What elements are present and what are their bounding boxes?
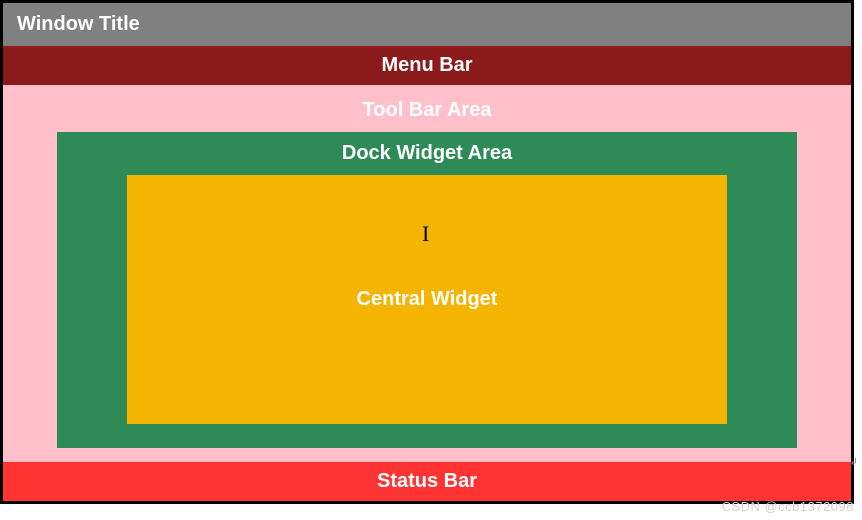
title-bar[interactable]: Window Title (3, 3, 851, 46)
main-window: Window Title Menu Bar Tool Bar Area Dock… (0, 0, 854, 504)
dock-widget-area: Dock Widget Area I Central Widget (57, 132, 797, 448)
text-cursor-icon: I (422, 221, 429, 247)
watermark-text: CSDN @ccb1372098 (722, 499, 854, 514)
status-bar-label: Status Bar (377, 470, 477, 492)
paragraph-mark-icon: ↲ (850, 457, 858, 468)
tool-bar-label: Tool Bar Area (363, 99, 492, 122)
central-widget: I Central Widget (127, 175, 727, 424)
window-title: Window Title (17, 13, 140, 35)
menu-bar-label: Menu Bar (381, 54, 472, 76)
status-bar: Status Bar (3, 462, 851, 501)
tool-bar-area: Tool Bar Area Dock Widget Area I Central… (3, 85, 851, 462)
central-widget-label: Central Widget (357, 288, 498, 311)
menu-bar[interactable]: Menu Bar (3, 46, 851, 85)
dock-widget-label: Dock Widget Area (342, 142, 512, 165)
